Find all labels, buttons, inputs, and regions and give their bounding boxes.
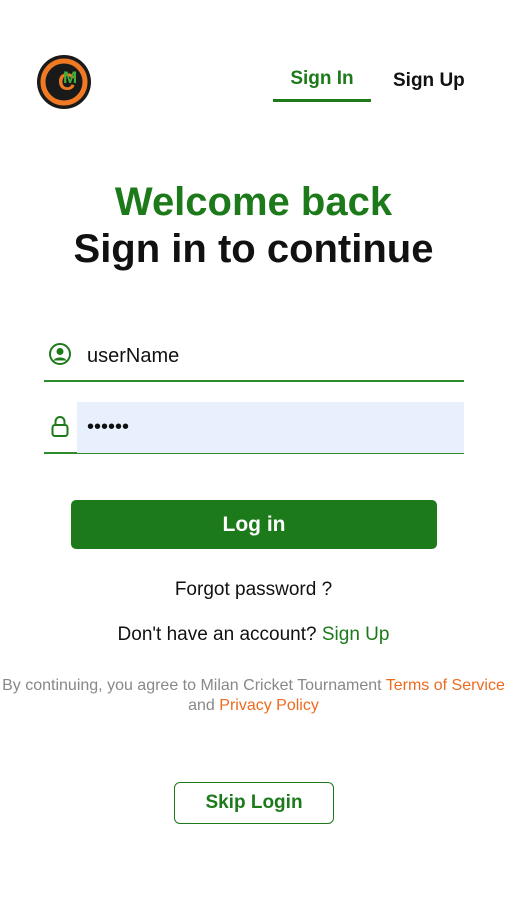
tab-sign-up-label: Sign Up [393, 70, 465, 91]
username-input[interactable] [77, 332, 464, 380]
no-account-text: Don't have an account? [117, 624, 317, 645]
lock-icon [51, 416, 69, 437]
terms-notice: By continuing, you agree to Milan Cricke… [0, 676, 507, 716]
sign-up-link[interactable]: Sign Up [322, 624, 390, 645]
tab-sign-in-label: Sign In [290, 68, 354, 89]
milan-cricket-logo-icon: C M [37, 55, 91, 109]
terms-and: and [188, 697, 215, 714]
privacy-policy-link[interactable]: Privacy Policy [219, 697, 319, 714]
forgot-password-link[interactable]: Forgot password ? [0, 579, 507, 601]
login-button[interactable]: Log in [71, 500, 437, 549]
tab-sign-in[interactable]: Sign In [273, 68, 371, 104]
terms-prefix: By continuing, you agree to Milan Cricke… [2, 677, 382, 694]
logo-letter-m: M [63, 68, 77, 87]
app-logo: C M [36, 54, 92, 110]
user-circle-icon [49, 343, 71, 365]
password-input[interactable] [77, 402, 464, 453]
tab-sign-up[interactable]: Sign Up [393, 70, 473, 106]
skip-login-button[interactable]: Skip Login [174, 782, 334, 824]
active-tab-underline [273, 99, 371, 102]
page-subtitle: Sign in to continue [73, 227, 434, 271]
no-account-prompt: Don't have an account? Sign Up [0, 624, 507, 646]
welcome-heading: Welcome back [114, 180, 393, 224]
username-field [44, 332, 464, 382]
password-field [44, 402, 464, 454]
terms-of-service-link[interactable]: Terms of Service [386, 677, 505, 694]
